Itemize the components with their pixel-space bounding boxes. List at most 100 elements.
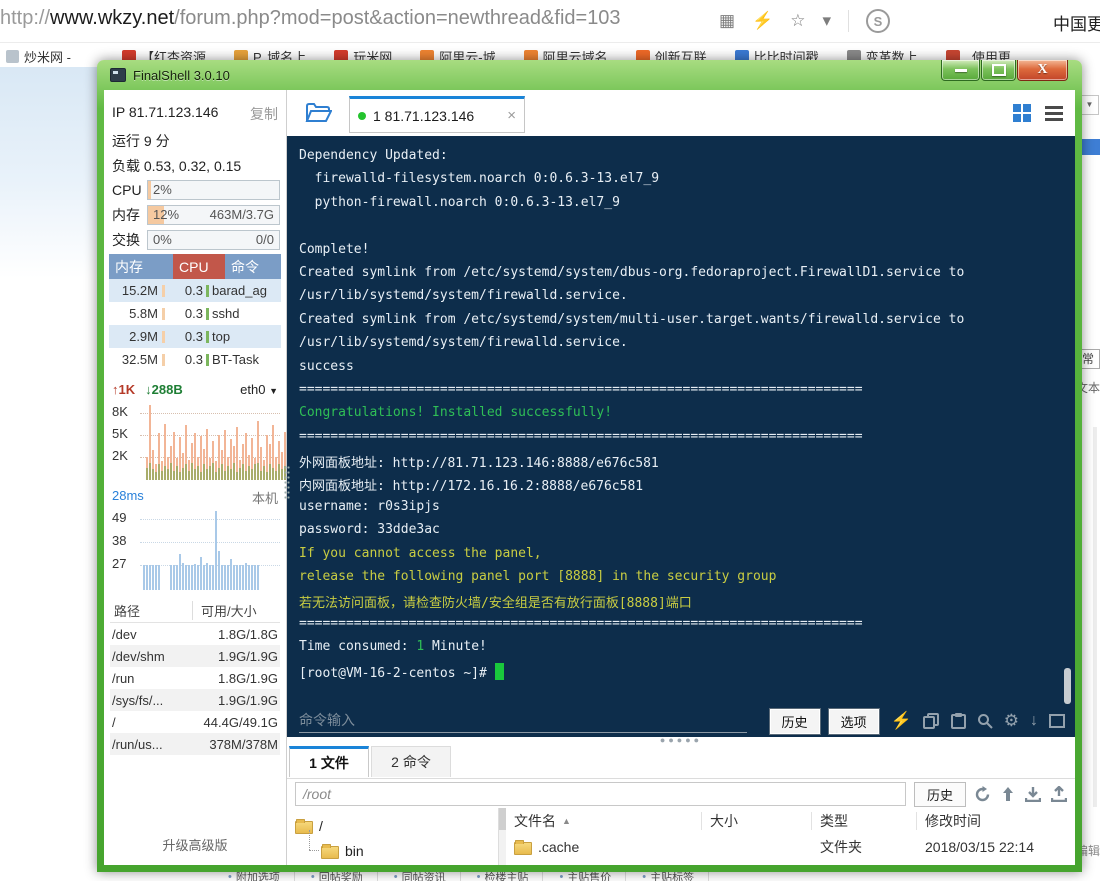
terminal-text: /usr/lib/systemd/system/firewalld.servic…	[299, 335, 628, 350]
bookmark-item[interactable]: 炒米网 -	[6, 47, 71, 66]
graph-bar	[278, 402, 280, 480]
sidebar-splitter[interactable]	[284, 465, 290, 499]
s-brand-icon[interactable]: S	[866, 9, 890, 33]
download-bar	[224, 471, 226, 480]
disk-row[interactable]: /run/us...378M/378M	[110, 733, 280, 755]
up-icon[interactable]	[1001, 786, 1015, 802]
directory-tree[interactable]: / bin	[287, 808, 499, 865]
tree-item-bin[interactable]: bin	[309, 838, 498, 863]
favorite-star-icon[interactable]: ☆	[790, 11, 805, 31]
file-row[interactable]: .cache文件夹2018/03/15 22:14	[506, 834, 1075, 860]
bullet-icon: •	[394, 871, 398, 881]
process-row[interactable]: 2.9M0.3top	[109, 325, 281, 348]
settings-gear-icon[interactable]: ⚙	[1004, 711, 1019, 731]
bullet-icon: •	[311, 871, 315, 881]
qr-code-icon[interactable]: ▦	[719, 11, 735, 31]
ping-bar	[206, 563, 208, 590]
url-text[interactable]: http://www.wkzy.net/forum.php?mod=post&a…	[0, 7, 621, 30]
download-bar	[263, 466, 265, 480]
tab-files[interactable]: 1 文件	[289, 746, 369, 777]
page-scrollbar[interactable]	[1093, 427, 1097, 807]
upgrade-link[interactable]: 升级高级版	[104, 835, 286, 854]
tab-commands[interactable]: 2 命令	[371, 746, 451, 777]
column-header-path[interactable]: 路径	[110, 601, 193, 620]
dropdown-caret-icon[interactable]: ▾	[822, 11, 831, 31]
disk-size: 44.4G/49.1G	[190, 715, 280, 730]
refresh-icon[interactable]	[974, 786, 991, 803]
layout-grid-icon[interactable]	[1013, 104, 1031, 122]
interface-selector[interactable]: eth0 ▼	[240, 382, 278, 397]
terminal-line: If you cannot access the panel,	[299, 546, 1075, 569]
memory-meter: 内存 12%463M/3.7G	[112, 205, 280, 224]
tab-close-icon[interactable]: ×	[507, 107, 516, 124]
column-header-filetype[interactable]: 类型	[812, 812, 917, 830]
column-header-cpu[interactable]: CPU	[173, 254, 225, 279]
window-mode-icon[interactable]	[1049, 714, 1065, 728]
file-table: 文件名▲ 大小 类型 修改时间 .cache文件夹2018/03/15 22:1…	[506, 808, 1075, 865]
minimize-button[interactable]	[941, 60, 980, 81]
terminal-scrollbar[interactable]	[1064, 668, 1071, 704]
graph-bar	[281, 402, 283, 480]
search-icon[interactable]	[977, 713, 993, 729]
terminal-text: 内网面板地址: http://172.16.16.2:8888/e676c581	[299, 479, 643, 494]
column-header-memory[interactable]: 内存	[109, 254, 173, 279]
options-button[interactable]: 选项	[829, 709, 879, 734]
upload-icon[interactable]	[1051, 786, 1067, 802]
close-button[interactable]: X	[1017, 60, 1068, 81]
select-caret-icon[interactable]: ▼	[1080, 95, 1099, 115]
graph-bar	[245, 402, 247, 480]
menu-icon[interactable]	[1045, 106, 1063, 121]
path-history-button[interactable]: 历史	[914, 782, 966, 807]
tree-item-root[interactable]: /	[295, 813, 498, 838]
run-lightning-icon[interactable]: ⚡	[891, 711, 912, 731]
download-bar	[266, 472, 268, 480]
copy-icon[interactable]	[923, 713, 940, 729]
ping-bar	[173, 565, 175, 590]
maximize-button[interactable]	[981, 60, 1016, 81]
file-row-partial[interactable]	[506, 860, 1075, 865]
command-input[interactable]: 命令输入	[299, 710, 747, 733]
terminal-output[interactable]: Dependency Updated: firewalld-filesystem…	[287, 136, 1075, 710]
disk-row[interactable]: /44.4G/49.1G	[110, 711, 280, 733]
ping-bar	[224, 565, 226, 590]
flash-icon[interactable]: ⚡	[752, 11, 773, 31]
process-row[interactable]: 32.5M0.3BT-Task	[109, 348, 281, 371]
disk-row[interactable]: /run1.8G/1.9G	[110, 667, 280, 689]
paste-icon[interactable]	[951, 713, 966, 729]
editor-tab-fragment[interactable]: 常	[1079, 349, 1100, 369]
window-titlebar[interactable]: FinalShell 3.0.10 X	[97, 60, 1082, 90]
browser-address-bar[interactable]: http://www.wkzy.net/forum.php?mod=post&a…	[0, 0, 1100, 40]
process-row[interactable]: 15.2M0.3barad_ag	[109, 279, 281, 302]
disk-path: /run	[110, 671, 190, 686]
graph-bar	[251, 508, 253, 590]
panel-splitter[interactable]: ●●●●●	[287, 738, 1075, 745]
process-row[interactable]: 5.8M0.3sshd	[109, 302, 281, 325]
session-tab[interactable]: 1 81.71.123.146 ×	[349, 96, 525, 133]
disk-row[interactable]: /dev1.8G/1.8G	[110, 623, 280, 645]
scroll-down-icon[interactable]: ↓	[1030, 712, 1038, 730]
history-button[interactable]: 历史	[770, 709, 820, 734]
path-input[interactable]: /root	[295, 782, 906, 806]
ping-bar	[251, 565, 253, 590]
terminal-text: [root@VM-16-2-centos ~]#	[299, 666, 495, 681]
column-header-size[interactable]: 可用/大小	[193, 601, 280, 620]
column-header-filename[interactable]: 文件名▲	[506, 812, 702, 830]
download-icon[interactable]	[1025, 786, 1041, 802]
terminal-line: success	[299, 359, 1075, 382]
main-panel: 1 81.71.123.146 × Dependency Updated: fi…	[287, 90, 1075, 865]
download-bar	[278, 464, 280, 480]
ping-bar	[239, 565, 241, 590]
file-type-cell: 文件夹	[812, 837, 917, 857]
disk-row[interactable]: /sys/fs/...1.9G/1.9G	[110, 689, 280, 711]
column-header-modified[interactable]: 修改时间	[917, 812, 1075, 830]
tree-scrollbar[interactable]	[499, 808, 506, 865]
column-header-filesize[interactable]: 大小	[702, 812, 812, 830]
column-header-command[interactable]: 命令	[225, 254, 281, 279]
graph-bar	[266, 402, 268, 480]
process-command: top	[209, 329, 281, 344]
open-folder-icon[interactable]	[305, 102, 332, 123]
copy-ip-link[interactable]: 复制	[250, 104, 278, 124]
ping-bar	[221, 565, 223, 590]
disk-path: /	[110, 715, 190, 730]
disk-row[interactable]: /dev/shm1.9G/1.9G	[110, 645, 280, 667]
